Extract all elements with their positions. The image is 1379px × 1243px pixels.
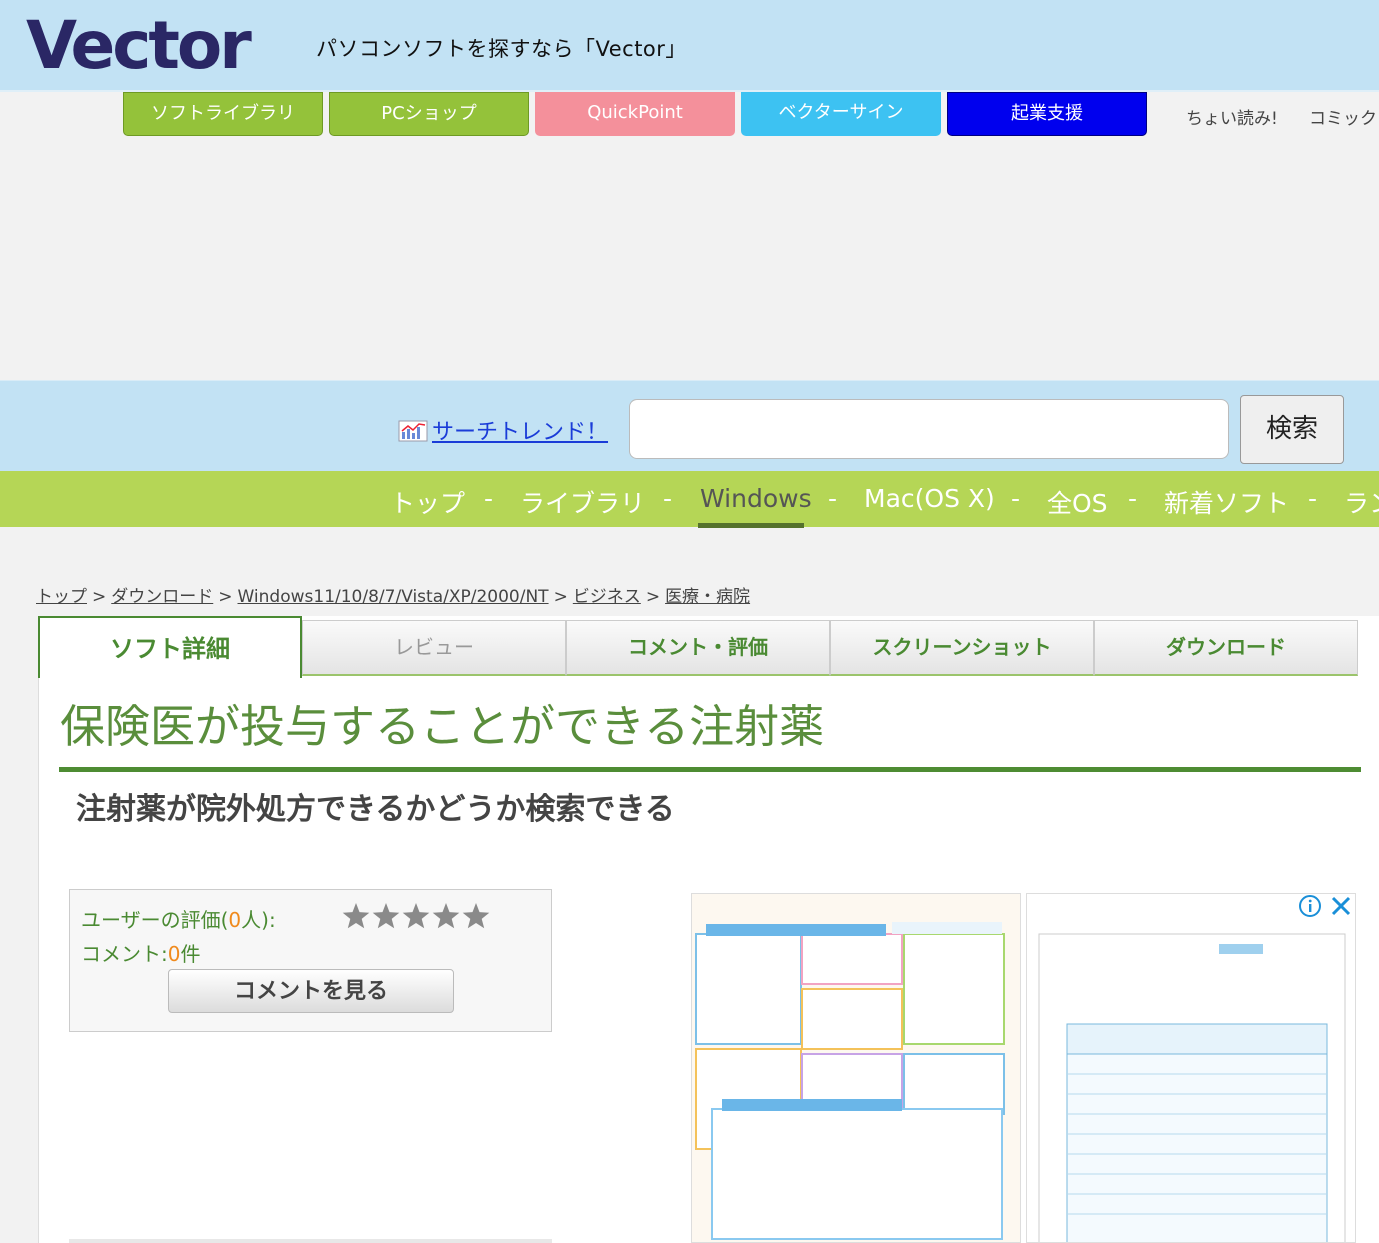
breadcrumb-separator: > [645,587,661,607]
star-icon [462,903,490,929]
comment-count-value: 0 [167,942,181,966]
tab-comments-ratings[interactable]: コメント・評価 [566,620,830,676]
comment-count-suffix: 件 [180,942,201,966]
software-title: 保険医が投与することができる注射薬 [60,700,825,753]
star-icon [432,903,460,929]
search-button[interactable]: 検索 [1240,395,1344,464]
view-comments-button[interactable]: コメントを見る [168,969,454,1013]
os-nav-ranking[interactable]: ラン [1344,484,1379,520]
ad-tile-invoice[interactable] [1026,893,1356,1243]
os-nav-mac[interactable]: Mac(OS X) [864,484,995,513]
breadcrumb-top[interactable]: トップ [36,587,87,607]
ad-close-icon[interactable] [1329,894,1353,918]
os-nav-separator: - [1128,484,1138,513]
tab-download[interactable]: ダウンロード [1094,620,1358,676]
site-tagline: パソコンソフトを探すなら「Vector」 [316,37,687,61]
os-nav-library[interactable]: ライブラリ [520,484,645,520]
tab-review[interactable]: レビュー [302,620,566,676]
breadcrumb-download[interactable]: ダウンロード [111,587,213,607]
breadcrumb: トップ > ダウンロード > Windows11/10/8/7/Vista/XP/200… [36,582,750,607]
star-icon [372,903,400,929]
os-nav-windows[interactable]: Windows [700,484,812,513]
service-button-software-library[interactable]: ソフトライブラリ [123,92,323,136]
trend-chart-icon [398,420,428,442]
rating-stars [342,903,490,929]
breadcrumb-medical[interactable]: 医療・病院 [665,587,750,607]
software-subtitle: 注射薬が院外処方できるかどうか検索できる [76,792,675,827]
os-nav-top[interactable]: トップ [390,484,465,520]
star-icon [402,903,430,929]
os-nav-separator: - [484,484,494,513]
os-nav-separator: - [663,484,673,513]
service-button-pc-shop[interactable]: PCショップ [329,92,529,136]
breadcrumb-business[interactable]: ビジネス [573,587,641,607]
tab-screenshots[interactable]: スクリーンショット [830,620,1094,676]
breadcrumb-windows[interactable]: Windows11/10/8/7/Vista/XP/2000/NT [238,587,549,607]
user-rating-label: ユーザーの評価(0人): [81,904,276,933]
os-nav-separator: - [1011,484,1021,513]
tab-software-detail[interactable]: ソフト詳細 [38,616,302,678]
vector-logo[interactable]: Vector [26,12,278,74]
user-rating-suffix: 人): [241,908,276,932]
service-link-choi-yomi[interactable]: ちょい読み! [1186,104,1278,129]
search-input[interactable] [629,399,1229,459]
site-header: Vector パソコンソフトを探すなら「Vector」 [0,0,1379,90]
ad-image-invoice [1027,894,1355,1242]
breadcrumb-separator: > [218,587,233,607]
ad-tile-english-wordlist[interactable] [691,893,1021,1243]
ad-info-icon[interactable] [1298,894,1322,918]
service-link-comic[interactable]: コミック [1309,104,1377,129]
os-nav-separator: - [828,484,838,513]
os-nav-new-software[interactable]: 新着ソフト [1164,484,1289,520]
comment-count-prefix: コメント: [81,942,168,966]
search-trend-link[interactable]: サーチトレンド！ [398,414,608,446]
svg-text:Vector: Vector [26,12,252,74]
user-rating-prefix: ユーザーの評価( [81,908,229,932]
comment-count-label: コメント:0件 [81,938,200,967]
os-nav-active-indicator [698,523,804,528]
user-rating-count: 0 [228,908,242,932]
service-button-startup-support[interactable]: 起業支援 [947,92,1147,136]
title-divider [59,767,1361,772]
service-button-quickpoint[interactable]: QuickPoint [535,92,735,136]
lower-box-edge [69,1239,552,1243]
breadcrumb-separator: > [553,587,568,607]
os-nav-separator: - [1308,484,1318,513]
os-nav-all-os[interactable]: 全OS [1047,484,1108,520]
search-trend-label: サーチトレンド！ [432,420,609,445]
ad-image-wordlist [692,894,1020,1242]
service-button-vector-sign[interactable]: ベクターサイン [741,92,941,136]
breadcrumb-separator: > [92,587,107,607]
star-icon [342,903,370,929]
